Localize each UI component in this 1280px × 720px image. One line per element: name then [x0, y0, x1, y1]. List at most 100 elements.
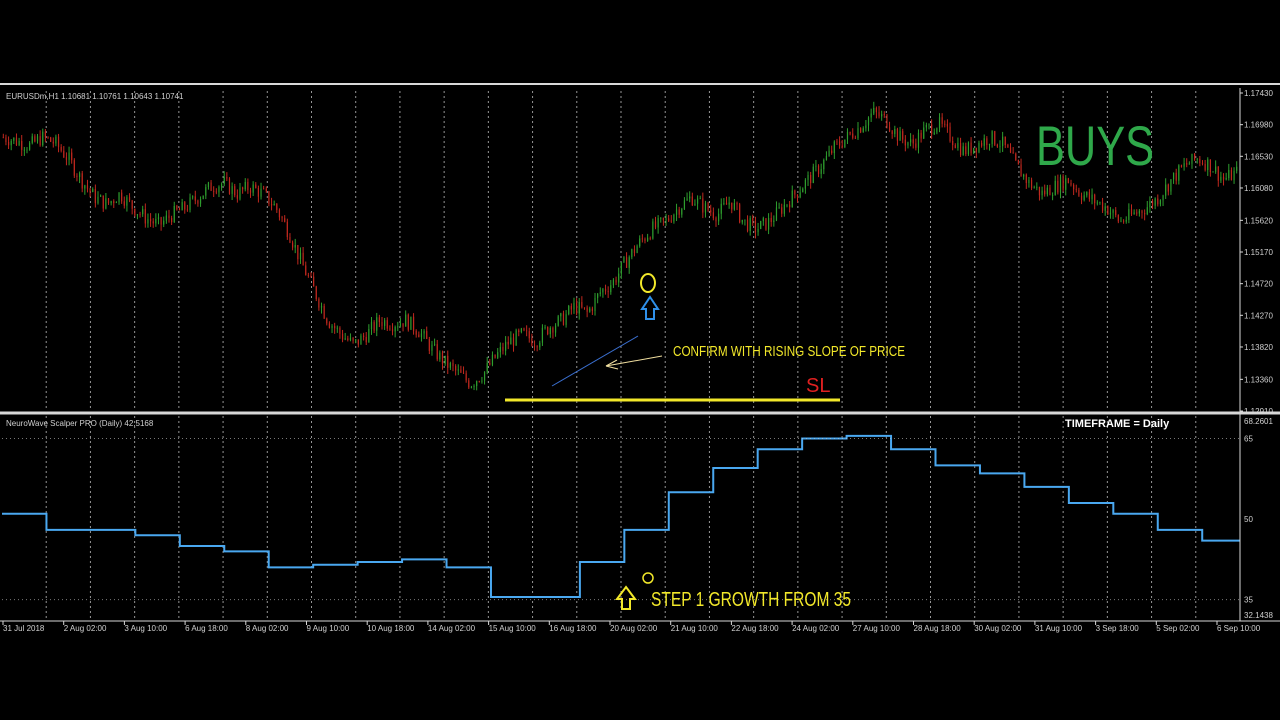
candle-body — [1183, 163, 1185, 167]
candle-body — [1149, 201, 1151, 208]
candle-body — [249, 190, 252, 193]
candle-body — [1199, 158, 1201, 164]
candle-body — [936, 128, 938, 133]
candle-body — [428, 338, 430, 351]
candle-body — [1017, 159, 1020, 165]
candle-body — [554, 325, 557, 333]
candle-body — [783, 204, 785, 214]
candle-body — [465, 373, 467, 381]
candle-body — [1120, 220, 1122, 222]
candle-body — [470, 386, 473, 388]
candle-body — [946, 123, 949, 127]
candle-body — [689, 196, 691, 199]
candle-body — [1059, 176, 1062, 193]
candle-body — [376, 317, 378, 331]
candle-body — [160, 217, 162, 225]
candle-body — [352, 337, 354, 341]
candle-body — [399, 323, 402, 327]
candle-body — [468, 380, 470, 388]
candle-body — [55, 136, 57, 144]
time-tick-label: 6 Aug 18:00 — [185, 624, 228, 633]
indicator-pane-header: NeuroWave Scalper PRO (Daily) 42.5168 — [6, 419, 154, 428]
candle-body — [78, 173, 81, 178]
candle-body — [318, 298, 320, 308]
candle-body — [89, 188, 91, 193]
candle-body — [718, 213, 720, 222]
candle-body — [1041, 190, 1043, 196]
candle-body — [1138, 210, 1140, 214]
main-price-axis: 1.17430 1.16980 1.16530 1.16080 1.15620 1.151… — [1240, 89, 1273, 416]
candle-body — [991, 131, 993, 145]
candle-body — [683, 200, 686, 209]
candle-body — [641, 238, 643, 240]
candle-body — [1146, 207, 1148, 215]
candle-body — [149, 219, 152, 222]
candle-body — [449, 363, 451, 368]
candle-body — [307, 275, 309, 276]
candle-body — [197, 200, 199, 204]
candle-body — [1009, 147, 1012, 153]
time-tick-label: 2 Aug 02:00 — [64, 624, 107, 633]
candle-body — [228, 178, 231, 194]
candle-body — [670, 220, 672, 222]
stop-loss-label: SL — [806, 375, 830, 397]
candle-body — [541, 327, 544, 343]
candle-body — [983, 138, 985, 146]
candle-body — [802, 188, 804, 193]
candle-body — [381, 322, 383, 326]
candle-body — [1162, 195, 1164, 201]
candle-body — [239, 187, 241, 199]
growth-circle — [642, 572, 654, 584]
candle-body — [1096, 202, 1098, 204]
candle-body — [773, 220, 775, 222]
candle-body — [173, 205, 175, 223]
candle-body — [1112, 210, 1114, 213]
candle-body — [1075, 189, 1077, 191]
candle-body — [1080, 195, 1083, 200]
candle-body — [412, 316, 415, 331]
candle-body — [1117, 215, 1119, 222]
candle-body — [618, 273, 620, 283]
candle-body — [1115, 210, 1117, 216]
candle-body — [986, 138, 988, 146]
candle-body — [547, 327, 549, 335]
candle-body — [18, 140, 20, 146]
price-tick-label: 1.13360 — [1244, 375, 1273, 384]
candle-body — [21, 140, 23, 150]
candle-body — [944, 123, 946, 125]
candle-body — [410, 316, 412, 330]
candle-body — [878, 112, 880, 117]
candle-body — [276, 203, 278, 210]
candle-body — [389, 328, 391, 330]
candle-body — [284, 218, 286, 222]
candle-body — [462, 372, 465, 374]
candle-body — [1196, 158, 1198, 160]
time-tick-label: 27 Aug 10:00 — [853, 624, 901, 633]
candle-body — [199, 198, 202, 204]
candle-body — [34, 136, 36, 142]
candle-body — [623, 257, 625, 263]
candle-body — [512, 337, 515, 346]
candle-body — [602, 289, 604, 293]
candle-body — [959, 143, 962, 155]
candle-body — [994, 131, 996, 145]
candle-body — [441, 352, 444, 364]
candle-body — [2, 137, 4, 139]
candle-body — [749, 218, 751, 232]
candle-body — [310, 275, 312, 277]
candle-body — [331, 326, 333, 328]
candle-body — [789, 204, 791, 208]
candle-body — [92, 189, 94, 193]
price-tick-label: 1.16530 — [1244, 152, 1273, 161]
candle-body — [591, 308, 593, 311]
indicator-tick-label: 65 — [1244, 435, 1253, 444]
candle-body — [996, 144, 998, 147]
candle-body — [1046, 187, 1048, 195]
candle-body — [297, 244, 299, 260]
candle-body — [975, 147, 977, 152]
candle-body — [533, 345, 536, 347]
candle-body — [286, 221, 288, 237]
candle-body — [1078, 189, 1080, 196]
main-pane-header: EURUSDm,H1 1.10681 1.10761 1.10643 1.107… — [6, 92, 184, 101]
candle-body — [213, 190, 215, 192]
